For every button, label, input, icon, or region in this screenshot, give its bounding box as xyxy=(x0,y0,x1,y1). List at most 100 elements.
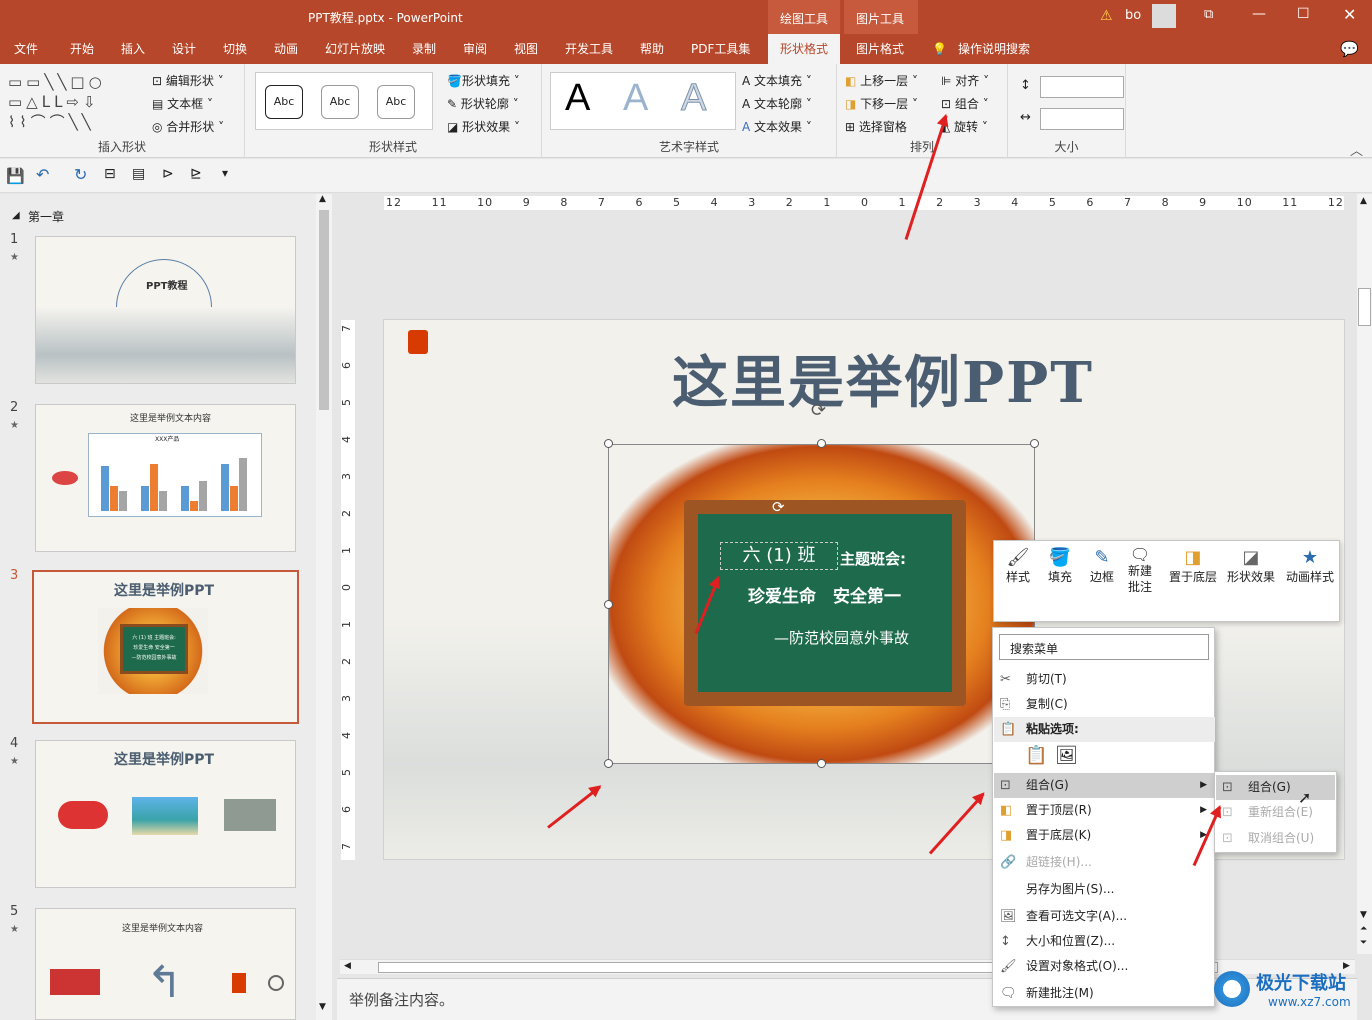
shape-fill-button[interactable]: 🪣形状填充 ˅ xyxy=(447,72,520,89)
height-input[interactable] xyxy=(1040,76,1124,98)
section-title[interactable]: 第一章 xyxy=(28,208,64,225)
width-input[interactable] xyxy=(1040,108,1124,130)
menu-item-alt-text[interactable]: 🖼 查看可选文字(A)... xyxy=(994,904,1215,929)
scroll-thumb[interactable] xyxy=(1358,288,1371,326)
mini-style-button[interactable]: 🖌 样式 xyxy=(1000,547,1036,585)
resize-handle[interactable] xyxy=(817,759,826,768)
inner-rotate-handle-icon[interactable]: ⟳ xyxy=(772,498,785,516)
resize-handle[interactable] xyxy=(817,439,826,448)
menu-item-send-to-back[interactable]: ◨ 置于底层(K) ▶ xyxy=(994,823,1215,848)
slide-thumb-5[interactable]: 这里是举例文本内容 ↰ xyxy=(35,908,296,1020)
minimize-icon[interactable]: — xyxy=(1252,6,1266,22)
mini-send-back-button[interactable]: ◨ 置于底层 xyxy=(1166,547,1220,585)
user-name[interactable]: bo xyxy=(1125,8,1141,23)
ribbon-display-icon[interactable]: ⧉ xyxy=(1204,7,1213,22)
paste-as-picture-icon[interactable]: 🖼 xyxy=(1055,745,1078,766)
text-outline-button[interactable]: A 文本轮廓 ˅ xyxy=(742,95,812,112)
selection-pane-button[interactable]: ⊞ 选择窗格 xyxy=(845,118,907,135)
menu-item-new-comment[interactable]: 🗨 新建批注(M) xyxy=(994,981,1215,1006)
save-icon[interactable]: 💾 xyxy=(6,167,25,185)
tab-view[interactable]: 视图 xyxy=(514,34,538,64)
slide-thumb-3[interactable]: 这里是举例PPT 六 (1) 班 主题班会: 珍爱生命 安全第一 —防范校园意外… xyxy=(32,570,299,724)
tab-transitions[interactable]: 切换 xyxy=(223,34,247,64)
slide-thumb-2[interactable]: 这里是举例文本内容 XXX产品 xyxy=(35,404,296,552)
rotate-handle-icon[interactable]: ⟳ xyxy=(811,400,826,421)
scroll-thumb[interactable] xyxy=(319,210,329,410)
bring-forward-button[interactable]: ◧ 上移一层 ˅ xyxy=(845,72,918,89)
slide-thumb-1[interactable]: PPT教程 xyxy=(35,236,296,384)
redo-icon[interactable]: ↻ xyxy=(74,165,87,184)
tab-file[interactable]: 文件 xyxy=(14,34,38,64)
slide-title[interactable]: 这里是举例PPT xyxy=(672,338,1094,419)
text-fill-button[interactable]: A 文本填充 ˅ xyxy=(742,72,812,89)
section-collapse-icon[interactable]: ◢ xyxy=(12,210,20,221)
tab-developer[interactable]: 开发工具 xyxy=(565,34,613,64)
tab-animations[interactable]: 动画 xyxy=(274,34,298,64)
tab-pdf-tools[interactable]: PDF工具集 xyxy=(691,34,750,64)
resize-handle[interactable] xyxy=(604,759,613,768)
canvas-vertical-scrollbar[interactable]: ▲ ▼ ⏶ ⏷ xyxy=(1357,194,1372,954)
wordart-outline[interactable]: A xyxy=(680,77,706,120)
merge-shapes-button[interactable]: ◎ 合并形状 ˅ xyxy=(152,118,224,135)
resize-handle[interactable] xyxy=(604,439,613,448)
mini-animation-style-button[interactable]: ★ 动画样式 xyxy=(1282,547,1338,585)
scroll-down-icon[interactable]: ▼ xyxy=(319,1002,326,1012)
scroll-down-icon[interactable]: ▼ xyxy=(1360,910,1367,920)
comments-icon[interactable]: 💬 xyxy=(1340,34,1359,64)
present-icon[interactable]: ⊳ xyxy=(162,166,174,182)
submenu-item-group[interactable]: ⊡ 组合(G) xyxy=(1216,775,1335,800)
menu-item-bring-to-front[interactable]: ◧ 置于顶层(R) ▶ xyxy=(994,798,1215,823)
mini-new-comment-button[interactable]: 🗨 新建 批注 xyxy=(1122,547,1158,595)
shapes-gallery[interactable]: ▭▭╲╲□○ ▭△ᒪᒪ⇨⇩ ⌇⌇⌒⌒╲╲ xyxy=(8,72,138,132)
menu-item-cut[interactable]: ✂ 剪切(T) xyxy=(994,667,1215,692)
text-effect-button[interactable]: A 文本效果 ˅ xyxy=(742,118,812,135)
collapse-ribbon-icon[interactable]: ︿ xyxy=(1350,140,1363,159)
scroll-up-icon[interactable]: ▲ xyxy=(1360,196,1367,206)
avatar[interactable] xyxy=(1152,4,1176,28)
menu-item-copy[interactable]: ⎘ 复制(C) xyxy=(994,692,1215,717)
wordart-black[interactable]: A xyxy=(565,77,590,120)
close-icon[interactable]: ✕ xyxy=(1343,5,1356,24)
style-swatch-1[interactable]: Abc xyxy=(265,85,303,119)
tab-design[interactable]: 设计 xyxy=(172,34,196,64)
style-swatch-3[interactable]: Abc xyxy=(377,85,415,119)
menu-item-size-position[interactable]: ↕ 大小和位置(Z)... xyxy=(994,929,1215,954)
menu-item-group[interactable]: ⊡ 组合(G) ▶ xyxy=(994,773,1215,798)
next-slide-icon[interactable]: ⏷ xyxy=(1360,938,1367,948)
style-swatch-2[interactable]: Abc xyxy=(321,85,359,119)
wordart-gallery[interactable]: A A A xyxy=(550,72,736,130)
mini-shape-effect-button[interactable]: ◪ 形状效果 xyxy=(1224,547,1278,585)
scroll-left-icon[interactable]: ◀ xyxy=(344,961,351,971)
tab-record[interactable]: 录制 xyxy=(412,34,436,64)
menu-search-input[interactable]: 搜索菜单 xyxy=(999,634,1209,660)
send-backward-button[interactable]: ◨ 下移一层 ˅ xyxy=(845,95,918,112)
tab-help[interactable]: 帮助 xyxy=(640,34,664,64)
maximize-icon[interactable]: ☐ xyxy=(1297,6,1310,22)
tab-shape-format[interactable]: 形状格式 xyxy=(768,34,841,64)
resize-handle[interactable] xyxy=(604,600,613,609)
mini-border-button[interactable]: ✎ 边框 xyxy=(1084,547,1120,585)
resize-handle[interactable] xyxy=(1030,439,1039,448)
mini-fill-button[interactable]: 🪣 填充 xyxy=(1042,547,1078,585)
wordart-blue[interactable]: A xyxy=(623,77,648,120)
paste-keep-formatting-icon[interactable]: 📋 xyxy=(1025,745,1047,766)
tab-insert[interactable]: 插入 xyxy=(121,34,145,64)
notes-text[interactable]: 举例备注内容。 xyxy=(349,989,454,1010)
align-button[interactable]: ⊫ 对齐 ˅ xyxy=(941,72,989,89)
edit-shape-button[interactable]: ⊡ 编辑形状 ˅ xyxy=(152,72,224,89)
text-icon[interactable]: ▤ xyxy=(132,166,145,182)
shape-effect-button[interactable]: ◪ 形状效果 ˅ xyxy=(447,118,520,135)
prev-slide-icon[interactable]: ⏶ xyxy=(1360,924,1367,934)
menu-item-format-object[interactable]: 🖌 设置对象格式(O)... xyxy=(994,954,1215,979)
undo-icon[interactable]: ↶ xyxy=(36,165,49,184)
customize-qat-icon[interactable]: ▾ xyxy=(222,166,228,180)
menu-item-save-as-picture[interactable]: 另存为图片(S)... xyxy=(994,877,1215,902)
tab-review[interactable]: 审阅 xyxy=(463,34,487,64)
tell-me-search[interactable]: 操作说明搜索 xyxy=(958,34,1030,64)
shape-outline-button[interactable]: ✎ 形状轮廓 ˅ xyxy=(447,95,519,112)
shape-style-gallery[interactable]: Abc Abc Abc xyxy=(255,72,433,130)
scroll-up-icon[interactable]: ▲ xyxy=(319,194,326,204)
tab-slideshow[interactable]: 幻灯片放映 xyxy=(325,34,385,64)
slideshow-icon[interactable]: ⊵ xyxy=(190,166,202,182)
tab-home[interactable]: 开始 xyxy=(70,34,94,64)
